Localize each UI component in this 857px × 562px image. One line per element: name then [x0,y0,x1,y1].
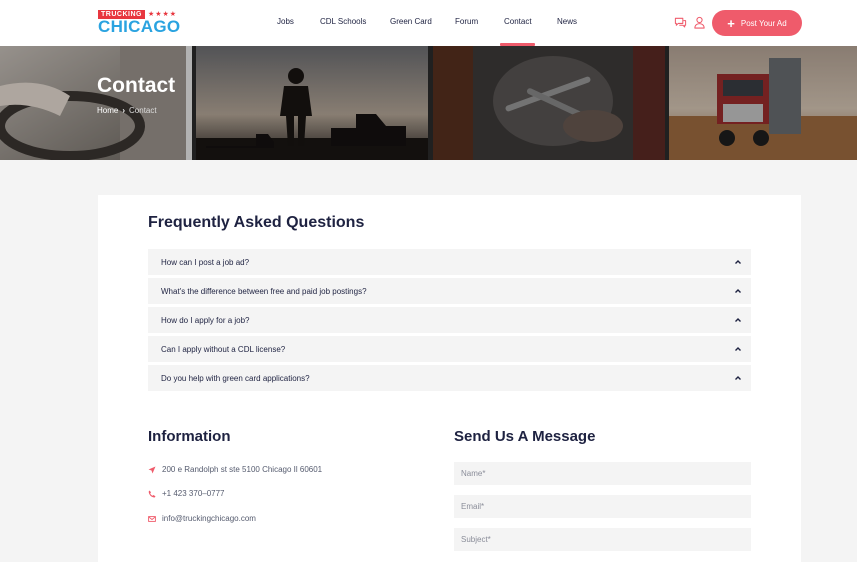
faq-question: What's the difference between free and p… [161,286,367,296]
nav-item-green-card[interactable]: Green Card [390,17,432,26]
send-message-title: Send Us A Message [454,428,596,445]
chevron-up-icon [735,318,741,322]
location-arrow-icon [148,466,156,473]
info-phone: +1 423 370–0777 [148,489,225,498]
breadcrumb: Home › Contact [97,106,157,115]
logo-chicago-text: CHICAGO [98,17,181,36]
info-address: 200 e Randolph st ste 5100 Chicago Il 60… [148,465,322,474]
faq-title: Frequently Asked Questions [148,214,365,231]
breadcrumb-separator-icon: › [122,106,126,115]
information-title: Information [148,428,231,445]
site-header: TRUCKING ★★★★ CHICAGO Jobs CDL Schools G… [0,0,857,46]
faq-item[interactable]: How do I apply for a job? [148,307,751,333]
nav-item-jobs[interactable]: Jobs [277,17,294,26]
page-title: Contact [97,74,176,97]
logo[interactable]: TRUCKING ★★★★ CHICAGO [98,10,180,36]
envelope-icon [148,515,156,522]
email-field[interactable] [454,495,751,518]
chevron-up-icon [735,289,741,293]
phone-icon [148,490,156,497]
chevron-up-icon [735,347,741,351]
phone-link[interactable]: +1 423 370–0777 [162,489,225,498]
chevron-up-icon [735,376,741,380]
subject-field[interactable] [454,528,751,551]
hero-banner: Contact Home › Contact [0,46,857,160]
faq-item[interactable]: What's the difference between free and p… [148,278,751,304]
nav-item-news[interactable]: News [557,17,577,26]
plus-icon: + [727,15,735,31]
faq-item[interactable]: Do you help with green card applications… [148,365,751,391]
info-email: info@truckingchicago.com [148,514,256,523]
nav-item-contact[interactable]: Contact [504,17,532,26]
name-field[interactable] [454,462,751,485]
nav-item-cdl-schools[interactable]: CDL Schools [320,17,366,26]
faq-question: How can I post a job ad? [161,257,250,267]
chat-icon[interactable] [674,16,687,29]
chevron-up-icon [735,260,741,264]
post-your-ad-button[interactable]: + Post Your Ad [712,10,802,36]
breadcrumb-home[interactable]: Home [97,106,118,115]
faq-item[interactable]: Can I apply without a CDL license? [148,336,751,362]
faq-question: Do you help with green card applications… [161,373,310,383]
content-card: Frequently Asked Questions How can I pos… [98,195,801,562]
post-your-ad-label: Post Your Ad [740,18,787,28]
address-text: 200 e Randolph st ste 5100 Chicago Il 60… [162,465,323,474]
faq-question: Can I apply without a CDL license? [161,344,286,354]
faq-item[interactable]: How can I post a job ad? [148,249,751,275]
user-icon[interactable] [693,16,706,29]
breadcrumb-current: Contact [129,106,157,115]
email-link[interactable]: info@truckingchicago.com [162,514,256,523]
faq-question: How do I apply for a job? [161,315,250,325]
nav-item-forum[interactable]: Forum [455,17,478,26]
